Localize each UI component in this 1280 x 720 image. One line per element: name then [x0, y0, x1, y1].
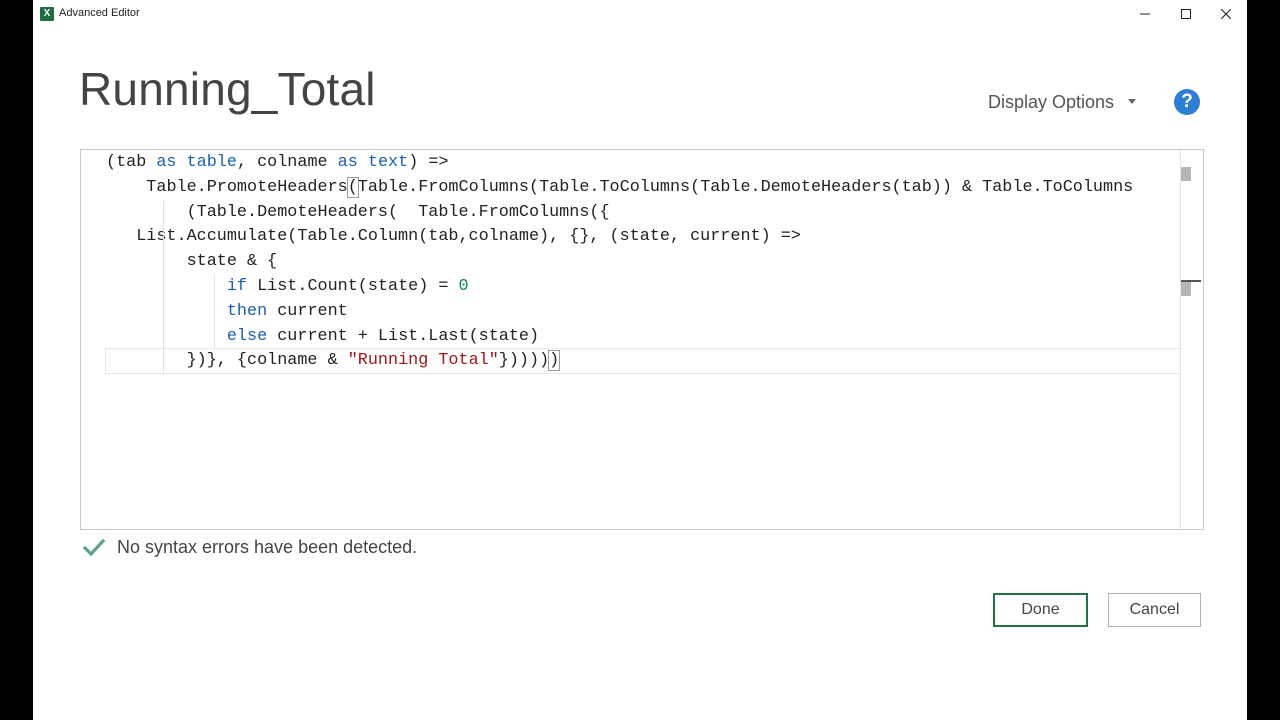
- code-line[interactable]: state & {: [106, 250, 1203, 274]
- syntax-status-message: No syntax errors have been detected.: [117, 537, 418, 557]
- code-keyword: as: [156, 153, 177, 172]
- code-token: current: [267, 301, 348, 321]
- code-line-current[interactable]: })}, {colname & "Running Total"}))))): [105, 348, 1201, 375]
- code-line[interactable]: (Table.DemoteHeaders( Table.FromColumns(…: [106, 201, 1203, 225]
- code-token: (Table.DemoteHeaders( Table.FromColumns(…: [186, 202, 610, 222]
- close-icon: [1221, 9, 1231, 19]
- indent-guide: [162, 200, 164, 375]
- minimize-button[interactable]: [1125, 0, 1165, 28]
- indent-guide: [214, 275, 216, 350]
- code-token: List.Accumulate(Table.Column(tab,colname…: [136, 227, 801, 247]
- advanced-editor-window: X Advanced Editor Running_Total Display …: [33, 0, 1247, 720]
- caret-down-icon: [1128, 99, 1137, 104]
- vertical-scrollbar[interactable]: [1180, 150, 1202, 529]
- matched-bracket: ): [548, 350, 561, 372]
- code-keyword: table: [186, 153, 237, 172]
- cancel-button[interactable]: Cancel: [1108, 593, 1201, 627]
- title-bar: X Advanced Editor: [33, 0, 1247, 28]
- code-token: ) =>: [408, 153, 449, 172]
- maximize-icon: [1181, 9, 1191, 19]
- code-token: current + List.Last(state): [267, 326, 540, 346]
- scrollbar-thumb[interactable]: [1181, 282, 1191, 296]
- display-options-dropdown[interactable]: Display Options: [988, 92, 1137, 113]
- code-token: })}, {colname &: [186, 351, 348, 371]
- code-lines[interactable]: (tab as table, colname as text) => Table…: [81, 150, 1201, 529]
- code-keyword: if: [226, 277, 248, 296]
- code-keyword: else: [226, 326, 268, 346]
- window-title: Advanced Editor: [59, 7, 140, 19]
- code-token: state & {: [186, 252, 278, 272]
- code-token: })))): [498, 351, 550, 371]
- close-button[interactable]: [1206, 0, 1246, 28]
- query-name-title: Running_Total: [79, 63, 376, 115]
- code-number: 0: [458, 277, 469, 296]
- checkmark-icon: [83, 538, 105, 557]
- minimize-icon: [1140, 13, 1150, 15]
- code-token: , colname: [236, 153, 338, 172]
- display-options-label: Display Options: [988, 92, 1115, 112]
- code-token: (tab: [106, 153, 157, 172]
- matched-bracket: (: [346, 176, 359, 198]
- code-string: "Running Total": [347, 351, 499, 371]
- code-line[interactable]: then current: [106, 300, 1203, 324]
- code-token: Table.PromoteHeaders: [146, 177, 348, 197]
- syntax-status: No syntax errors have been detected.: [83, 537, 417, 558]
- code-line[interactable]: List.Accumulate(Table.Column(tab,colname…: [106, 225, 1203, 249]
- code-line[interactable]: if List.Count(state) = 0: [106, 275, 1203, 299]
- code-token: List.Count(state) =: [247, 277, 459, 296]
- maximize-button[interactable]: [1166, 0, 1206, 28]
- code-line[interactable]: (tab as table, colname as text) =>: [106, 151, 1203, 175]
- help-icon[interactable]: ?: [1174, 89, 1200, 115]
- code-token: Table.FromColumns(Table.ToColumns(Table.…: [357, 177, 1134, 197]
- code-editor[interactable]: (tab as table, colname as text) => Table…: [80, 149, 1204, 530]
- scrollbar-marker: [1181, 167, 1191, 181]
- done-button[interactable]: Done: [993, 593, 1088, 627]
- excel-app-icon: X: [40, 7, 54, 21]
- code-keyword: then: [226, 301, 268, 321]
- code-keyword: text: [367, 153, 409, 172]
- code-line[interactable]: else current + List.Last(state): [106, 325, 1203, 349]
- code-keyword: as: [337, 153, 358, 172]
- code-line[interactable]: Table.PromoteHeaders(Table.FromColumns(T…: [106, 176, 1203, 200]
